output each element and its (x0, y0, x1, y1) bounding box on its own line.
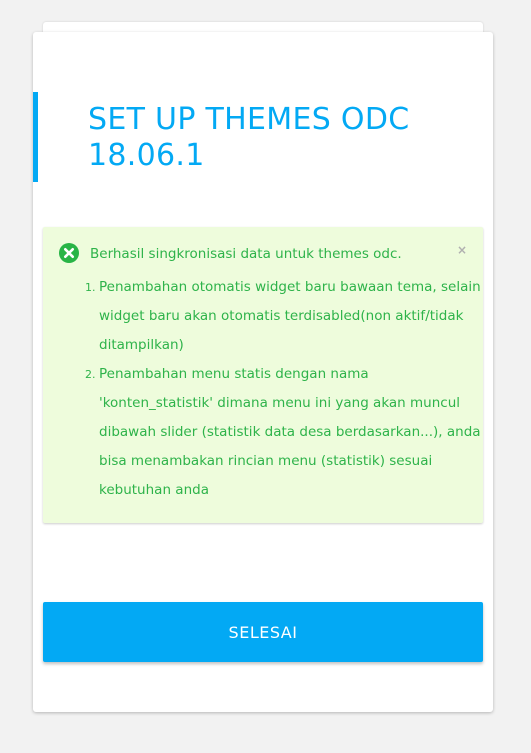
alert-message: Berhasil singkronisasi data untuk themes… (90, 246, 402, 262)
title-accent-bar (33, 92, 38, 182)
alert-close-button[interactable]: × (455, 243, 469, 257)
alert-list: Penambahan otomatis widget baru bawaan t… (83, 273, 484, 505)
finish-button[interactable]: SELESAI (43, 602, 483, 662)
list-item: Penambahan menu statis dengan nama 'kont… (99, 360, 484, 505)
page-title: SET UP THEMES ODC 18.06.1 (88, 102, 410, 173)
success-alert: Berhasil singkronisasi data untuk themes… (43, 227, 483, 523)
setup-card: SET UP THEMES ODC 18.06.1 Berhasil singk… (33, 32, 493, 712)
list-item: Penambahan otomatis widget baru bawaan t… (99, 273, 484, 360)
close-circle-icon (59, 243, 79, 263)
